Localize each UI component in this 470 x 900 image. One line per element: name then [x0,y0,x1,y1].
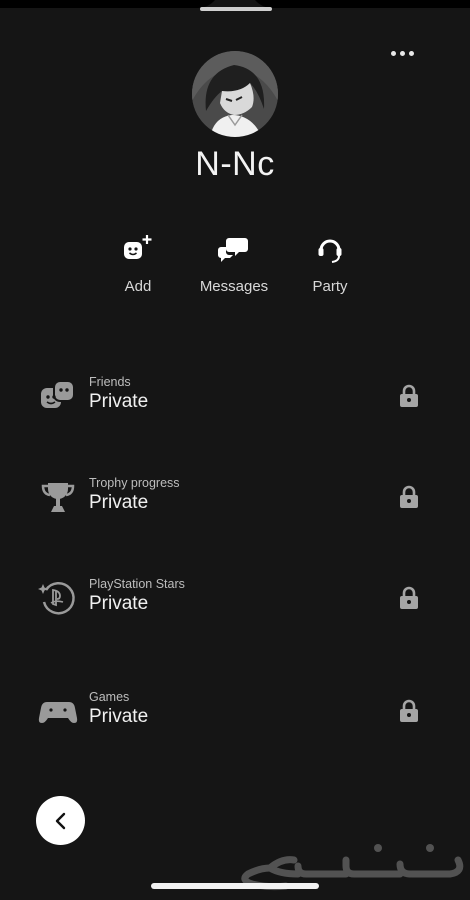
back-button[interactable] [36,796,85,845]
controller-icon [38,691,78,731]
messages-label: Messages [199,278,269,295]
home-indicator[interactable] [151,883,319,889]
trophy-icon [38,477,78,517]
more-dot-icon [390,50,396,56]
add-friend-label: Add [124,278,152,295]
lock-icon [400,699,418,722]
avatar-image [192,51,278,137]
friends-row[interactable]: Friends Private [0,366,470,430]
games-title: Games [89,690,130,704]
friends-privacy-value: Private [89,391,149,412]
username: N-Nc [195,145,275,183]
party-label: Party [312,278,348,295]
avatar[interactable] [192,51,278,137]
games-privacy-value: Private [89,706,149,727]
lock-icon [400,384,418,407]
party-headset-icon [313,232,347,266]
more-dot-icon [399,50,405,56]
profile-screen: N-Nc Add Messages Party Friends Private … [0,0,470,900]
lock-icon [400,586,418,609]
trophy-progress-row[interactable]: Trophy progress Private [0,467,470,531]
add-friend-icon [121,232,155,266]
trophy-progress-privacy-value: Private [89,492,149,513]
more-dot-icon [408,50,414,56]
games-row[interactable]: Games Private [0,681,470,745]
more-options-button[interactable] [386,40,418,66]
friends-icon [38,376,78,416]
frame-edge-left [0,0,220,8]
party-button[interactable]: Party [282,232,378,302]
trophy-progress-title: Trophy progress [89,476,180,490]
friends-title: Friends [89,375,131,389]
messages-button[interactable]: Messages [186,232,282,302]
playstation-stars-icon [38,578,78,618]
haraj-watermark-logo [241,844,464,891]
chevron-left-icon [55,812,65,829]
playstation-stars-privacy-value: Private [89,593,149,614]
lock-icon [400,485,418,508]
messages-icon [217,232,251,266]
frame-edge-right [250,0,470,8]
add-friend-button[interactable]: Add [90,232,186,302]
playstation-stars-row[interactable]: PlayStation Stars Private [0,568,470,632]
playstation-stars-title: PlayStation Stars [89,577,185,591]
sheet-handle[interactable] [200,7,272,11]
